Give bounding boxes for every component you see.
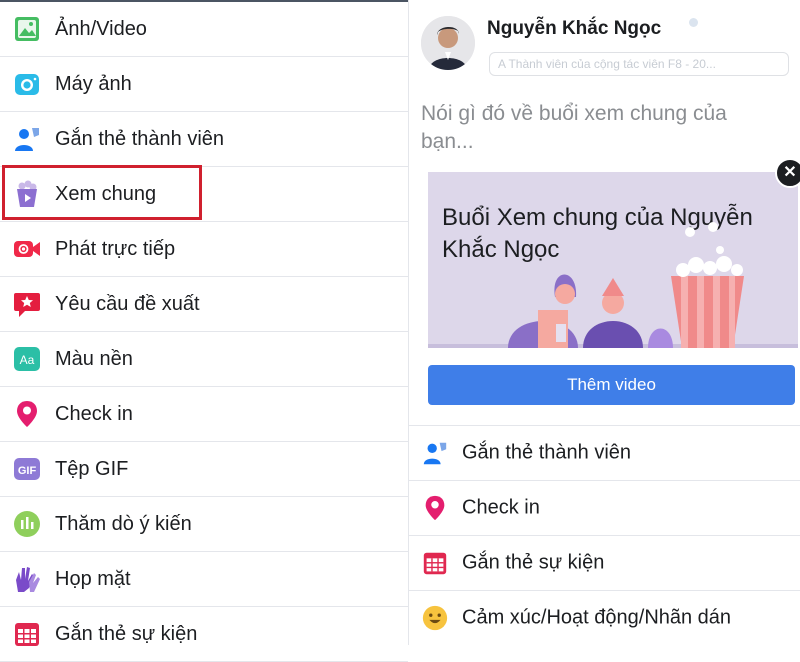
option-label: Check in <box>462 496 540 519</box>
location-pin-icon <box>425 495 445 521</box>
event-icon <box>423 552 447 575</box>
watch-party-icon <box>17 180 37 207</box>
background-color-icon: Aa <box>14 347 40 371</box>
menu-item-check-in[interactable]: Check in <box>0 387 408 442</box>
attachment-menu: Ảnh/Video Máy ảnh Gắn thẻ thành viên Xem… <box>0 0 408 662</box>
watch-party-card: Buổi Xem chung của Nguyễn Khắc Ngọc <box>428 172 798 348</box>
menu-item-label: Gắn thẻ sự kiện <box>55 622 198 645</box>
live-video-icon <box>14 241 40 257</box>
menu-item-label: Họp mặt <box>55 567 131 590</box>
close-card-button[interactable]: ✕ <box>775 158 800 188</box>
menu-item-label: Yêu cầu đề xuất <box>55 292 200 315</box>
menu-item-live-video[interactable]: Phát trực tiếp <box>0 222 408 277</box>
watch-party-composer: Nguyễn Khắc Ngọc A Thành viên của cộng t… <box>409 0 800 645</box>
gif-icon: GIF <box>14 458 40 480</box>
option-label: Cảm xúc/Hoạt động/Nhãn dán <box>462 606 732 629</box>
meetup-icon <box>16 567 40 592</box>
option-event[interactable]: Gắn thẻ sự kiện <box>409 535 800 590</box>
status-dot <box>689 18 698 27</box>
menu-item-label: Check in <box>55 402 133 425</box>
location-pin-icon <box>17 401 37 427</box>
audience-selector[interactable]: A Thành viên của cộng tác viên F8 - 20..… <box>489 52 789 76</box>
svg-text:Aa: Aa <box>20 353 35 367</box>
camera-icon <box>15 74 39 95</box>
menu-item-gif[interactable]: GIF Tệp GIF <box>0 442 408 497</box>
feeling-icon <box>422 605 448 631</box>
menu-item-label: Tệp GIF <box>55 457 129 480</box>
menu-item-recommendation[interactable]: Yêu cầu đề xuất <box>0 277 408 332</box>
option-feeling[interactable]: Cảm xúc/Hoạt động/Nhãn dán <box>409 590 800 645</box>
option-check-in[interactable]: Check in <box>409 480 800 535</box>
menu-item-label: Phát trực tiếp <box>55 237 176 260</box>
user-name: Nguyễn Khắc Ngọc <box>487 18 662 39</box>
menu-item-tag-people[interactable]: Gắn thẻ thành viên <box>0 112 408 167</box>
menu-item-watch-party[interactable]: Xem chung <box>0 167 408 222</box>
menu-item-label: Xem chung <box>55 182 157 205</box>
option-label: Gắn thẻ sự kiện <box>462 551 605 574</box>
add-video-button[interactable]: Thêm video <box>428 365 795 405</box>
option-label: Gắn thẻ thành viên <box>462 441 632 464</box>
avatar-photo <box>421 16 475 70</box>
menu-item-label: Ảnh/Video <box>55 17 147 40</box>
recommendation-icon <box>14 293 40 317</box>
post-input[interactable]: Nói gì đó về buổi xem chung của bạn... <box>421 100 781 156</box>
menu-item-label: Thăm dò ý kiến <box>55 512 192 535</box>
menu-item-poll[interactable]: Thăm dò ý kiến <box>0 497 408 552</box>
watch-party-illustration <box>428 222 798 348</box>
menu-item-label: Gắn thẻ thành viên <box>55 127 225 150</box>
menu-item-label: Màu nền <box>55 347 133 370</box>
poll-icon <box>14 511 40 537</box>
photo-video-icon <box>15 17 39 41</box>
menu-item-meetup[interactable]: Họp mặt <box>0 552 408 607</box>
option-tag-people[interactable]: Gắn thẻ thành viên <box>409 425 800 480</box>
svg-text:GIF: GIF <box>18 465 37 477</box>
menu-item-photo-video[interactable]: Ảnh/Video <box>0 2 408 57</box>
tag-people-icon <box>423 442 447 465</box>
menu-item-camera[interactable]: Máy ảnh <box>0 57 408 112</box>
menu-item-label: Máy ảnh <box>55 72 132 95</box>
avatar[interactable] <box>421 16 475 70</box>
tag-people-icon <box>15 128 39 151</box>
menu-item-event[interactable]: Gắn thẻ sự kiện <box>0 607 408 662</box>
menu-item-background-color[interactable]: Aa Màu nền <box>0 332 408 387</box>
